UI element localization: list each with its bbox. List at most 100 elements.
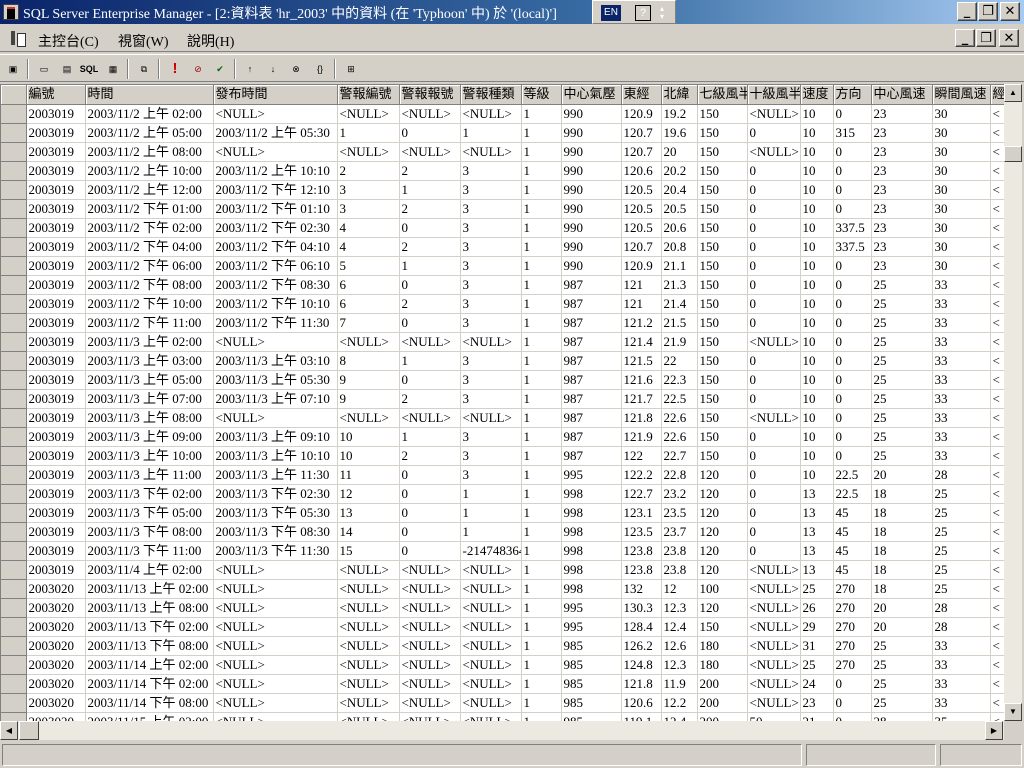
table-cell[interactable]: 21.4 [661, 294, 698, 314]
table-cell[interactable]: <NULL> [747, 142, 801, 162]
row-selector[interactable] [1, 389, 27, 409]
table-cell[interactable]: < [990, 294, 1004, 314]
table-cell[interactable]: 25 [932, 484, 991, 504]
table-cell[interactable]: 22.3 [661, 370, 698, 390]
horizontal-scrollbar[interactable]: ◀ ▶ [0, 721, 1004, 740]
table-cell[interactable]: 20.2 [661, 161, 698, 181]
table-cell[interactable]: 0 [747, 256, 801, 276]
table-row[interactable]: 2003020 2003/11/13 下午 02:00 <NULL> <NULL> <N… [1, 617, 1004, 637]
table-cell[interactable]: 20 [871, 598, 933, 618]
table-cell[interactable]: 0 [747, 389, 801, 409]
table-cell[interactable]: 1 [521, 541, 562, 561]
horizontal-scroll-thumb[interactable] [19, 721, 39, 740]
table-cell[interactable]: 23 [871, 180, 933, 200]
table-cell[interactable]: 2003019 [26, 199, 86, 219]
table-cell[interactable]: 2003019 [26, 256, 86, 276]
table-cell[interactable]: 10 [800, 218, 834, 238]
table-cell[interactable]: <NULL> [337, 655, 400, 675]
table-cell[interactable]: 150 [697, 351, 748, 371]
table-cell[interactable]: 25 [871, 427, 933, 447]
table-cell[interactable]: 337.5 [833, 237, 872, 257]
table-cell[interactable]: 23 [871, 142, 933, 162]
table-cell[interactable]: 121.4 [621, 332, 662, 352]
table-cell[interactable]: 0 [747, 237, 801, 257]
table-cell[interactable]: 987 [561, 389, 622, 409]
table-cell[interactable]: 2003/11/3 上午 07:00 [85, 389, 214, 409]
vertical-scroll-thumb[interactable] [1004, 146, 1022, 162]
table-cell[interactable]: 0 [747, 541, 801, 561]
table-row[interactable]: 2003019 2003/11/3 下午 11:00 2003/11/3 下午 11… [1, 541, 1004, 561]
table-cell[interactable]: <NULL> [337, 636, 400, 656]
table-cell[interactable]: 0 [747, 199, 801, 219]
table-cell[interactable]: < [990, 104, 1004, 124]
cancel-query-icon[interactable]: ⊘ [188, 59, 208, 79]
row-selector[interactable] [1, 712, 27, 721]
table-row[interactable]: 2003019 2003/11/3 上午 03:00 2003/11/3 上午 03… [1, 351, 1004, 371]
table-cell[interactable]: 25 [871, 446, 933, 466]
table-cell[interactable]: 2003/11/3 下午 05:30 [213, 503, 338, 523]
row-selector[interactable] [1, 370, 27, 390]
table-cell[interactable]: <NULL> [213, 636, 338, 656]
table-cell[interactable]: 22.5 [833, 465, 872, 485]
enterprise-manager-icon[interactable] [3, 4, 19, 20]
table-cell[interactable]: 0 [833, 199, 872, 219]
table-cell[interactable]: 0 [833, 351, 872, 371]
table-cell[interactable]: 3 [460, 446, 522, 466]
table-cell[interactable]: 180 [697, 655, 748, 675]
table-cell[interactable]: 121 [621, 275, 662, 295]
table-cell[interactable]: 990 [561, 199, 622, 219]
table-cell[interactable]: < [990, 427, 1004, 447]
table-cell[interactable]: 3 [460, 370, 522, 390]
table-cell[interactable]: <NULL> [460, 408, 522, 428]
table-cell[interactable]: 45 [833, 522, 872, 542]
table-cell[interactable]: 22.7 [661, 446, 698, 466]
table-cell[interactable]: 2 [399, 161, 461, 181]
show-results-pane-icon[interactable]: ▦ [103, 59, 123, 79]
table-cell[interactable]: 2003/11/2 上午 05:30 [213, 123, 338, 143]
table-cell[interactable]: < [990, 351, 1004, 371]
table-cell[interactable]: 10 [800, 408, 834, 428]
table-cell[interactable]: 31 [800, 636, 834, 656]
table-cell[interactable]: 987 [561, 313, 622, 333]
table-cell[interactable]: <NULL> [460, 636, 522, 656]
table-cell[interactable]: 20.5 [661, 199, 698, 219]
column-header[interactable]: 編號 [26, 85, 86, 105]
table-cell[interactable]: 20.6 [661, 218, 698, 238]
table-cell[interactable]: 2003/11/3 上午 08:00 [85, 408, 214, 428]
table-cell[interactable]: 998 [561, 560, 622, 580]
table-cell[interactable]: 100 [697, 579, 748, 599]
ime-language-button[interactable]: EN [601, 5, 621, 21]
table-cell[interactable]: 120.5 [621, 218, 662, 238]
column-header[interactable]: 發布時間 [213, 85, 338, 105]
table-cell[interactable]: <NULL> [747, 408, 801, 428]
table-cell[interactable]: 3 [337, 199, 400, 219]
row-selector[interactable] [1, 142, 27, 162]
table-cell[interactable]: 0 [399, 503, 461, 523]
table-cell[interactable]: 0 [833, 712, 872, 721]
table-cell[interactable]: 2003/11/2 上午 02:00 [85, 104, 214, 124]
table-cell[interactable]: 25 [932, 541, 991, 561]
table-cell[interactable]: 150 [697, 218, 748, 238]
table-cell[interactable]: 25 [800, 579, 834, 599]
table-cell[interactable]: 10 [800, 104, 834, 124]
table-cell[interactable]: 987 [561, 275, 622, 295]
table-cell[interactable]: 2003/11/3 上午 07:10 [213, 389, 338, 409]
table-cell[interactable]: 2003/11/2 上午 10:00 [85, 161, 214, 181]
table-cell[interactable]: 150 [697, 256, 748, 276]
table-row[interactable]: 2003020 2003/11/14 下午 02:00 <NULL> <NULL> <N… [1, 674, 1004, 694]
table-cell[interactable]: 1 [521, 142, 562, 162]
table-cell[interactable]: 2003020 [26, 617, 86, 637]
table-cell[interactable]: 0 [747, 370, 801, 390]
table-cell[interactable]: 6 [337, 294, 400, 314]
table-cell[interactable]: < [990, 313, 1004, 333]
table-cell[interactable]: 2003/11/3 上午 03:10 [213, 351, 338, 371]
table-cell[interactable]: 120.7 [621, 123, 662, 143]
table-cell[interactable]: <NULL> [399, 579, 461, 599]
table-cell[interactable]: 1 [460, 503, 522, 523]
table-cell[interactable]: 22.6 [661, 408, 698, 428]
table-cell[interactable]: 1 [521, 313, 562, 333]
table-cell[interactable]: 0 [747, 522, 801, 542]
table-cell[interactable]: 2 [337, 161, 400, 181]
table-cell[interactable]: 10 [337, 427, 400, 447]
row-selector[interactable] [1, 161, 27, 181]
